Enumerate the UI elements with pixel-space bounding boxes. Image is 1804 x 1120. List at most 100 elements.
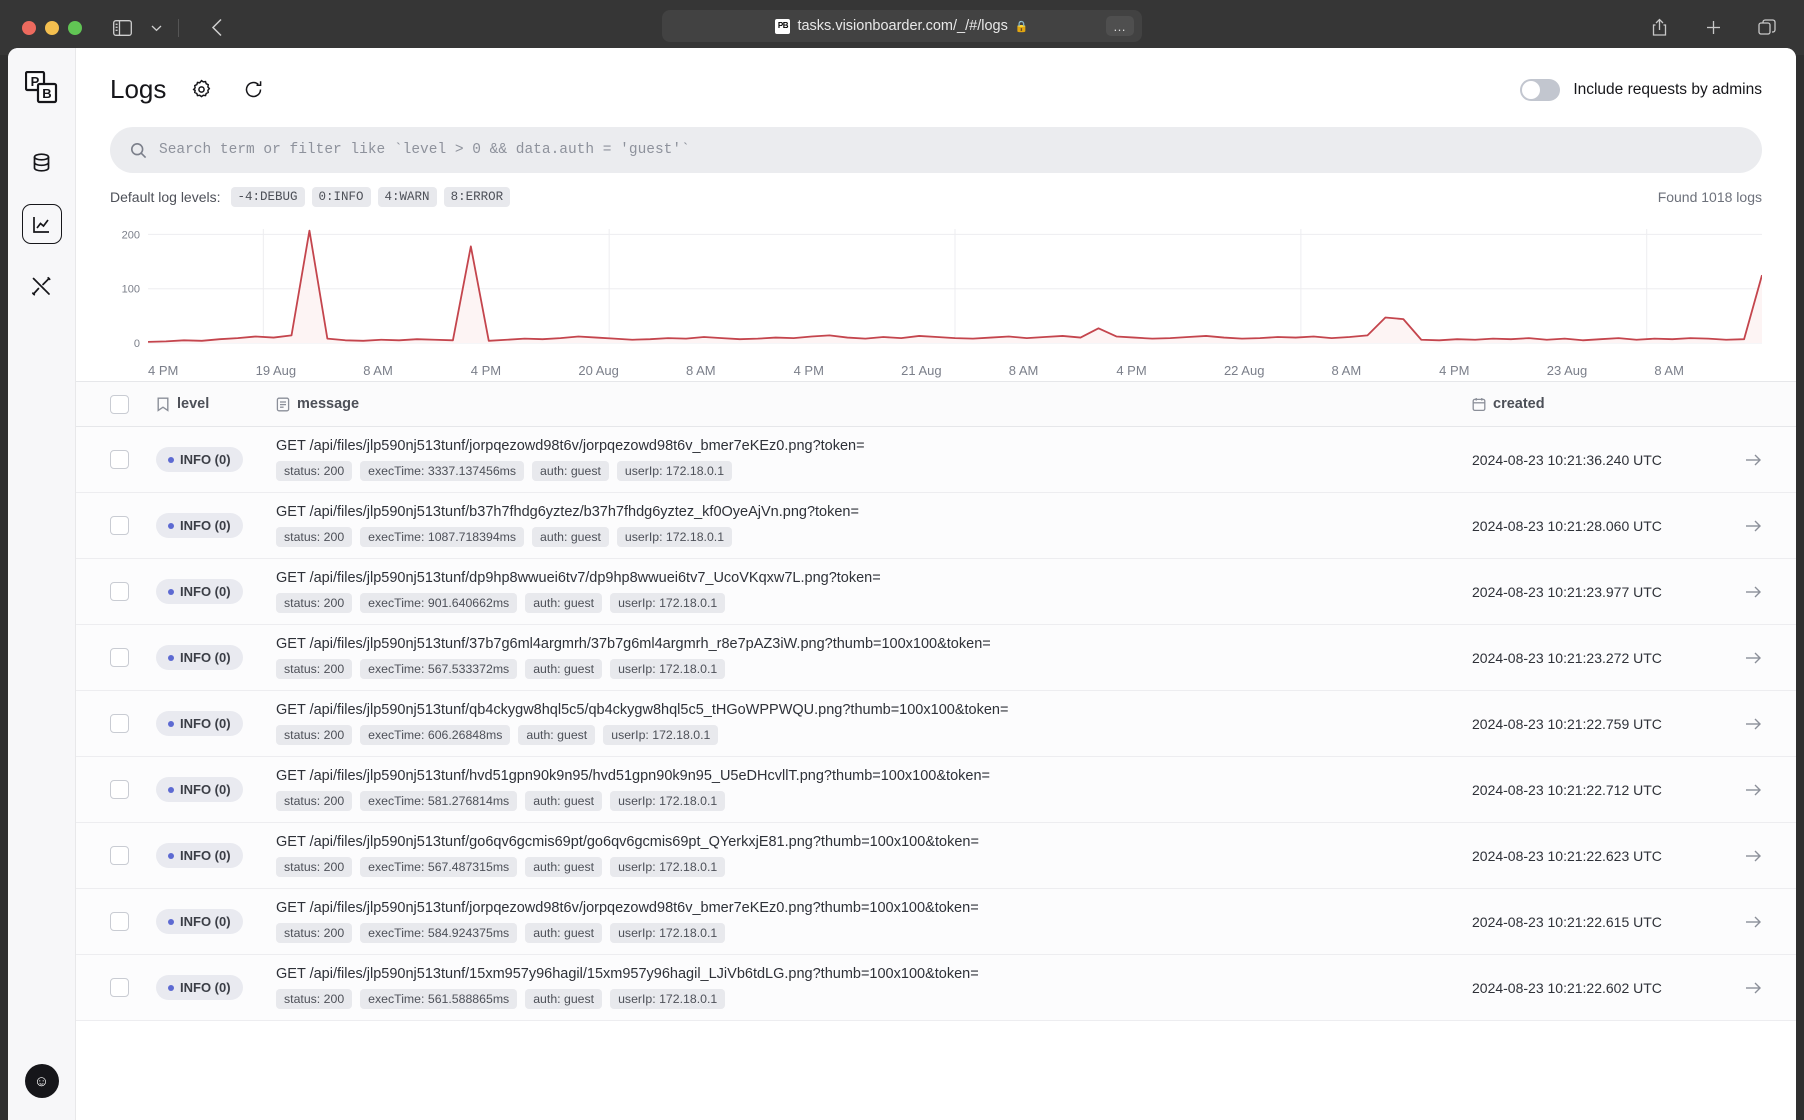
- row-checkbox[interactable]: [110, 450, 129, 469]
- level-badge-label: INFO (0): [180, 914, 231, 929]
- row-open-cell[interactable]: [1722, 717, 1762, 731]
- table-row[interactable]: INFO (0) GET /api/files/jlp590nj513tunf/b…: [76, 493, 1796, 559]
- row-checkbox[interactable]: [110, 780, 129, 799]
- log-created-timestamp: 2024-08-23 10:21:22.623 UTC: [1472, 847, 1662, 864]
- row-open-cell[interactable]: [1722, 849, 1762, 863]
- row-open-cell[interactable]: [1722, 453, 1762, 467]
- admin-requests-toggle-group: Include requests by admins: [1520, 78, 1762, 101]
- row-open-cell[interactable]: [1722, 651, 1762, 665]
- row-select-cell[interactable]: [110, 450, 156, 469]
- status-badge: INFO (0): [156, 447, 243, 472]
- table-row[interactable]: INFO (0) GET /api/files/jlp590nj513tunf/g…: [76, 823, 1796, 889]
- refresh-icon[interactable]: [240, 77, 266, 103]
- table-row[interactable]: INFO (0) GET /api/files/jlp590nj513tunf/q…: [76, 691, 1796, 757]
- log-meta-chip: userIp: 172.18.0.1: [610, 989, 726, 1009]
- row-open-cell[interactable]: [1722, 585, 1762, 599]
- row-checkbox[interactable]: [110, 912, 129, 931]
- status-badge: INFO (0): [156, 843, 243, 868]
- log-created-timestamp: 2024-08-23 10:21:22.602 UTC: [1472, 979, 1662, 996]
- arrow-right-icon[interactable]: [1745, 585, 1762, 599]
- page-menu-button[interactable]: …: [1106, 16, 1134, 36]
- row-checkbox[interactable]: [110, 516, 129, 535]
- divider: [178, 18, 179, 37]
- row-message-cell: GET /api/files/jlp590nj513tunf/15xm957y9…: [276, 955, 1472, 1020]
- arrow-right-icon[interactable]: [1745, 981, 1762, 995]
- column-header-level[interactable]: level: [156, 396, 276, 412]
- row-checkbox[interactable]: [110, 846, 129, 865]
- table-row[interactable]: INFO (0) GET /api/files/jlp590nj513tunf/j…: [76, 427, 1796, 493]
- table-row[interactable]: INFO (0) GET /api/files/jlp590nj513tunf/1…: [76, 955, 1796, 1021]
- arrow-right-icon[interactable]: [1745, 783, 1762, 797]
- new-tab-icon[interactable]: [1698, 13, 1728, 43]
- select-all-checkbox[interactable]: [110, 394, 129, 414]
- log-level-chip-info[interactable]: 0:INFO: [311, 187, 371, 207]
- row-created-cell: 2024-08-23 10:21:22.712 UTC: [1472, 782, 1722, 798]
- log-meta-chip: status: 200: [276, 725, 353, 745]
- column-header-message[interactable]: message: [276, 396, 1472, 412]
- row-checkbox[interactable]: [110, 714, 129, 733]
- sidebar-item-settings[interactable]: [22, 266, 62, 306]
- log-created-timestamp: 2024-08-23 10:21:22.759 UTC: [1472, 715, 1662, 732]
- log-message-text: GET /api/files/jlp590nj513tunf/15xm957y9…: [276, 966, 979, 982]
- row-open-cell[interactable]: [1722, 519, 1762, 533]
- log-level-chip-debug[interactable]: -4:DEBUG: [230, 187, 305, 207]
- row-select-cell[interactable]: [110, 978, 156, 997]
- row-message-cell: GET /api/files/jlp590nj513tunf/jorpqezow…: [276, 889, 1472, 954]
- arrow-right-icon[interactable]: [1745, 915, 1762, 929]
- search-icon: [130, 142, 147, 159]
- status-badge: INFO (0): [156, 909, 243, 934]
- help-button[interactable]: ☺: [24, 1064, 59, 1098]
- close-window-button[interactable]: [22, 20, 36, 35]
- row-checkbox[interactable]: [110, 582, 129, 601]
- arrow-right-icon[interactable]: [1745, 717, 1762, 731]
- share-icon[interactable]: [1644, 13, 1674, 43]
- search-box[interactable]: [110, 127, 1762, 173]
- back-arrow-icon[interactable]: [202, 13, 232, 43]
- log-created-timestamp: 2024-08-23 10:21:28.060 UTC: [1472, 517, 1662, 534]
- sidebar-item-logs[interactable]: [21, 204, 62, 244]
- table-row[interactable]: INFO (0) GET /api/files/jlp590nj513tunf/d…: [76, 559, 1796, 625]
- log-meta-row: status: 200 execTime: 584.924375ms auth: g…: [276, 923, 979, 943]
- url-bar[interactable]: PB tasks.visionboarder.com/_/#/logs 🔒 …: [662, 10, 1142, 42]
- sidebar-item-collections[interactable]: [22, 142, 62, 182]
- log-meta-chip: auth: guest: [525, 989, 603, 1009]
- column-header-created[interactable]: created: [1472, 396, 1722, 412]
- chevron-down-icon[interactable]: [141, 13, 171, 43]
- maximize-window-button[interactable]: [68, 20, 82, 35]
- row-select-cell[interactable]: [110, 714, 156, 733]
- search-input[interactable]: [159, 142, 1742, 158]
- row-select-cell[interactable]: [110, 648, 156, 667]
- row-open-cell[interactable]: [1722, 981, 1762, 995]
- arrow-right-icon[interactable]: [1745, 519, 1762, 533]
- row-select-cell[interactable]: [110, 582, 156, 601]
- tabs-overview-icon[interactable]: [1752, 13, 1782, 43]
- row-select-cell[interactable]: [110, 846, 156, 865]
- row-checkbox[interactable]: [110, 648, 129, 667]
- log-level-chip-error[interactable]: 8:ERROR: [443, 187, 511, 207]
- include-admin-requests-toggle[interactable]: [1520, 78, 1561, 101]
- select-all-cell[interactable]: [110, 394, 156, 414]
- table-row[interactable]: INFO (0) GET /api/files/jlp590nj513tunf/h…: [76, 757, 1796, 823]
- minimize-window-button[interactable]: [45, 20, 59, 35]
- log-created-timestamp: 2024-08-23 10:21:23.272 UTC: [1472, 649, 1662, 666]
- row-select-cell[interactable]: [110, 912, 156, 931]
- row-open-cell[interactable]: [1722, 915, 1762, 929]
- gear-icon[interactable]: [188, 77, 214, 103]
- log-level-chip-warn[interactable]: 4:WARN: [377, 187, 437, 207]
- row-level-cell: INFO (0): [156, 447, 276, 472]
- pocketbase-logo[interactable]: P B: [24, 70, 60, 106]
- table-row[interactable]: INFO (0) GET /api/files/jlp590nj513tunf/j…: [76, 889, 1796, 955]
- table-row[interactable]: INFO (0) GET /api/files/jlp590nj513tunf/3…: [76, 625, 1796, 691]
- row-checkbox[interactable]: [110, 978, 129, 997]
- arrow-right-icon[interactable]: [1745, 849, 1762, 863]
- arrow-right-icon[interactable]: [1745, 453, 1762, 467]
- arrow-right-icon[interactable]: [1745, 651, 1762, 665]
- row-open-cell[interactable]: [1722, 783, 1762, 797]
- row-select-cell[interactable]: [110, 516, 156, 535]
- row-created-cell: 2024-08-23 10:21:23.272 UTC: [1472, 650, 1722, 666]
- row-select-cell[interactable]: [110, 780, 156, 799]
- page-header: Logs Include requests by admins: [76, 48, 1796, 105]
- sidebar-toggle-icon[interactable]: [107, 13, 137, 43]
- row-message-cell: GET /api/files/jlp590nj513tunf/go6qv6gcm…: [276, 823, 1472, 888]
- row-level-cell: INFO (0): [156, 579, 276, 604]
